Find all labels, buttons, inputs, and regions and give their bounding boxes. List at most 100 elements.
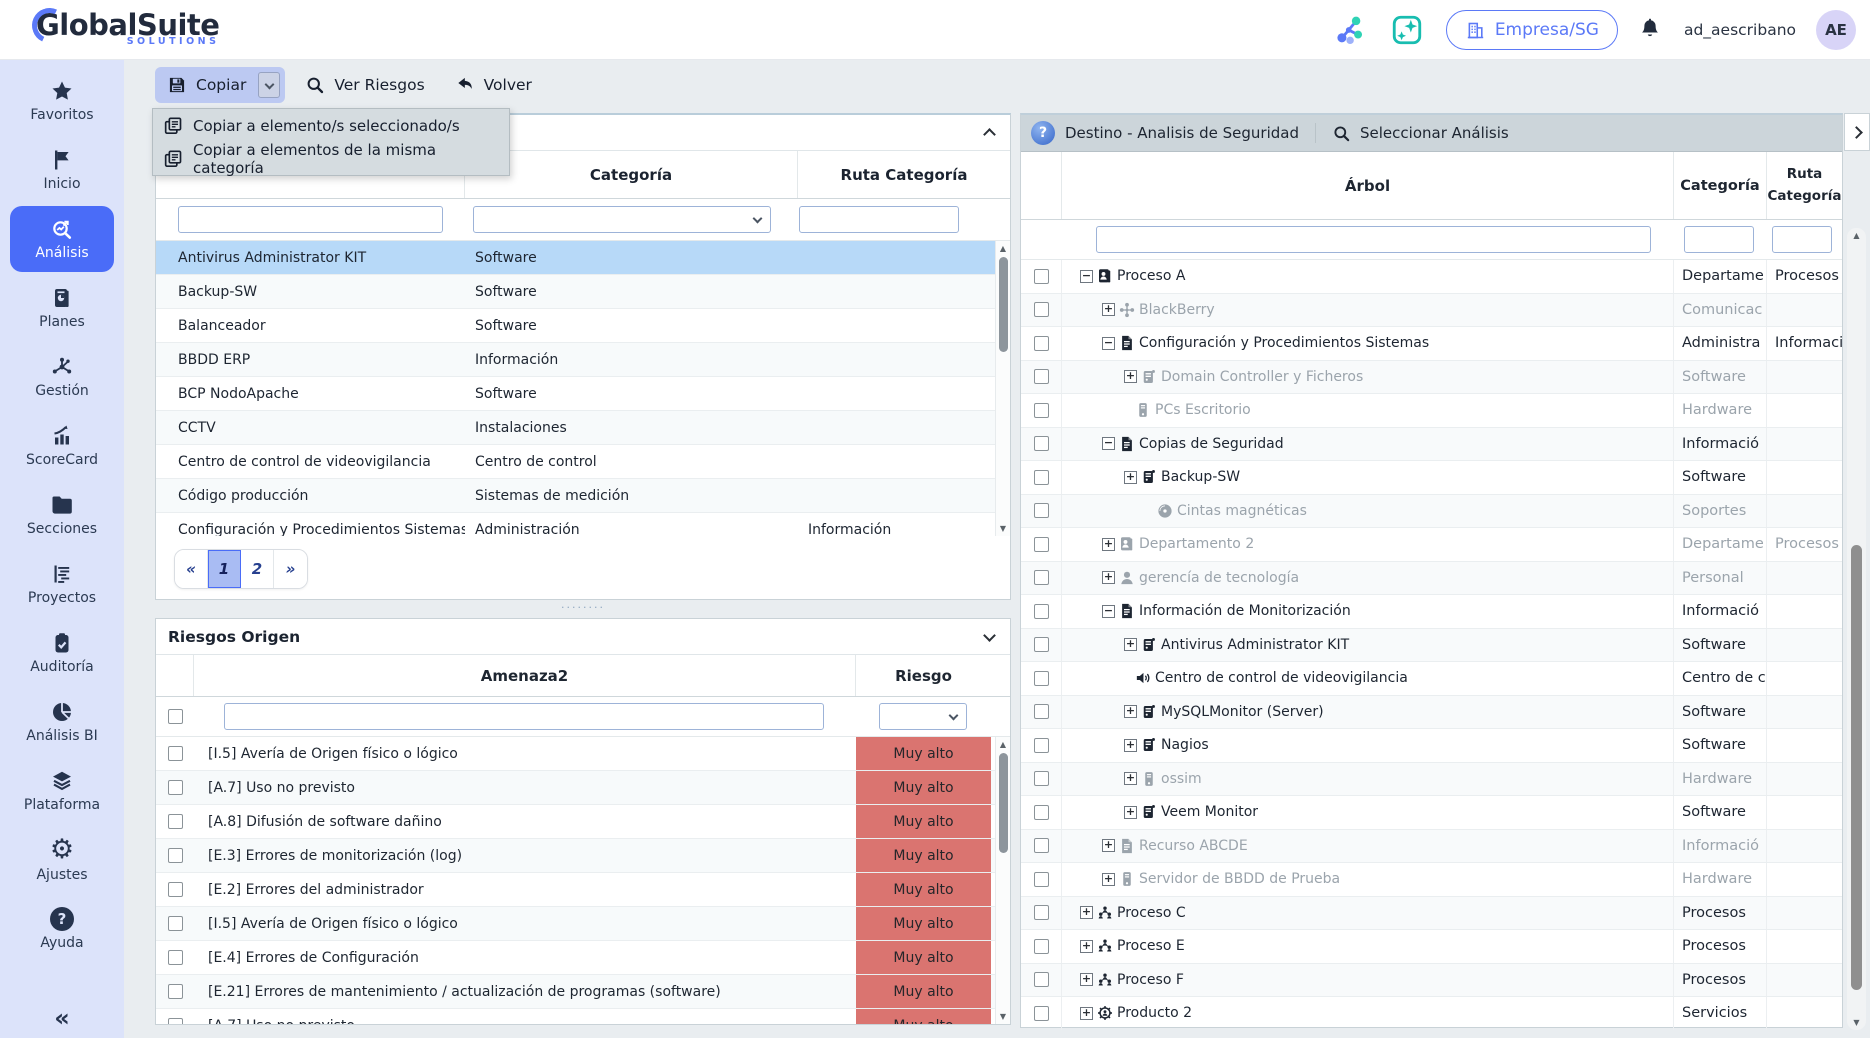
tree-row-checkbox[interactable] bbox=[1034, 537, 1049, 552]
riesgo-filter-select[interactable] bbox=[879, 703, 967, 730]
risk-row[interactable]: [E.21] Errores de mantenimiento / actual… bbox=[156, 975, 1010, 1009]
risk-row[interactable]: [E.2] Errores del administradorMuy alto bbox=[156, 873, 1010, 907]
tree-row[interactable]: +Domain Controller y FicherosSoftware bbox=[1021, 361, 1842, 395]
tree-row[interactable]: +Recurso ABCDEInformació bbox=[1021, 830, 1842, 864]
tree-expand-toggle[interactable]: + bbox=[1124, 705, 1137, 718]
risk-row-checkbox[interactable] bbox=[168, 746, 183, 761]
sidebar-item-proyectos[interactable]: Proyectos bbox=[10, 551, 114, 617]
pagination-page-2[interactable]: 2 bbox=[241, 550, 274, 588]
tree-row[interactable]: +Servidor de BBDD de PruebaHardware bbox=[1021, 863, 1842, 897]
scroll-down-arrow-icon[interactable]: ▼ bbox=[1847, 1018, 1866, 1027]
notifications-bell-icon[interactable] bbox=[1638, 17, 1664, 43]
panel-splitter[interactable]: ········ bbox=[155, 601, 1011, 615]
tree-row-checkbox[interactable] bbox=[1034, 972, 1049, 987]
tree-row-checkbox[interactable] bbox=[1034, 905, 1049, 920]
view-risks-button[interactable]: Ver Riesgos bbox=[295, 75, 434, 95]
tree-expand-toggle[interactable]: + bbox=[1080, 906, 1093, 919]
risk-row[interactable]: [I.5] Avería de Origen físico o lógicoMu… bbox=[156, 907, 1010, 941]
tree-row-checkbox[interactable] bbox=[1034, 637, 1049, 652]
element-filter-input[interactable] bbox=[178, 206, 443, 233]
risk-row-checkbox[interactable] bbox=[168, 984, 183, 999]
tree-collapse-toggle[interactable]: − bbox=[1102, 605, 1115, 618]
tree-row[interactable]: −Copias de SeguridadInformació bbox=[1021, 428, 1842, 462]
tree-row[interactable]: PCs EscritorioHardware bbox=[1021, 394, 1842, 428]
risk-row[interactable]: [A.7] Uso no previstoMuy alto bbox=[156, 1009, 1010, 1024]
sidebar-item-favoritos[interactable]: Favoritos bbox=[10, 68, 114, 134]
scroll-up-arrow-icon[interactable]: ▲ bbox=[996, 244, 1010, 253]
tree-collapse-toggle[interactable]: − bbox=[1102, 437, 1115, 450]
tree-row[interactable]: −Configuración y Procedimientos Sistemas… bbox=[1021, 327, 1842, 361]
tree-row-checkbox[interactable] bbox=[1034, 503, 1049, 518]
tree-row-checkbox[interactable] bbox=[1034, 738, 1049, 753]
risks-table-scrollbar[interactable]: ▲ ▼ bbox=[995, 737, 1010, 1024]
pagination-first-button[interactable]: « bbox=[175, 550, 208, 588]
tree-row-checkbox[interactable] bbox=[1034, 939, 1049, 954]
tree-row[interactable]: +Proceso FProcesos bbox=[1021, 964, 1842, 998]
origin-table-row[interactable]: Configuración y Procedimientos SistemasA… bbox=[156, 513, 1010, 536]
origin-table-row[interactable]: BBDD ERPInformación bbox=[156, 343, 1010, 377]
tree-row[interactable]: +Departamento 2DepartameProcesos bbox=[1021, 528, 1842, 562]
pagination-last-button[interactable]: » bbox=[274, 550, 307, 588]
tree-row[interactable]: −Información de MonitorizaciónInformació bbox=[1021, 595, 1842, 629]
categoria-filter-select[interactable] bbox=[473, 206, 771, 233]
tree-row[interactable]: +Proceso CProcesos bbox=[1021, 897, 1842, 931]
arbol-filter-input[interactable] bbox=[1096, 226, 1651, 253]
tree-scrollbar[interactable]: ▲ ▼ bbox=[1847, 228, 1866, 1030]
risk-row-checkbox[interactable] bbox=[168, 882, 183, 897]
collapse-up-icon[interactable] bbox=[983, 128, 996, 141]
risk-row[interactable]: [E.3] Errores de monitorización (log)Muy… bbox=[156, 839, 1010, 873]
ai-assistant-icon[interactable] bbox=[1388, 11, 1426, 49]
sidebar-item-scorecard[interactable]: ScoreCard bbox=[10, 413, 114, 479]
tree-row-checkbox[interactable] bbox=[1034, 269, 1049, 284]
tree-expand-toggle[interactable]: + bbox=[1080, 940, 1093, 953]
copy-button[interactable]: Copiar bbox=[155, 67, 285, 103]
tree-row[interactable]: +gerencía de tecnologíaPersonal bbox=[1021, 562, 1842, 596]
tree-row-checkbox[interactable] bbox=[1034, 302, 1049, 317]
tree-expand-toggle[interactable]: + bbox=[1102, 303, 1115, 316]
risk-row-checkbox[interactable] bbox=[168, 1018, 183, 1024]
tree-expand-toggle[interactable]: + bbox=[1102, 571, 1115, 584]
copy-dropdown-toggle[interactable] bbox=[258, 72, 280, 98]
tree-expand-toggle[interactable]: + bbox=[1124, 471, 1137, 484]
tree-expand-toggle[interactable]: + bbox=[1102, 839, 1115, 852]
origin-table-row[interactable]: BCP NodoApacheSoftware bbox=[156, 377, 1010, 411]
origin-table-row[interactable]: Antivirus Administrator KITSoftware bbox=[156, 241, 1010, 275]
tree-row-checkbox[interactable] bbox=[1034, 436, 1049, 451]
sidebar-item-inicio[interactable]: Inicio bbox=[10, 137, 114, 203]
tree-expand-toggle[interactable]: + bbox=[1102, 538, 1115, 551]
amenaza-filter-input[interactable] bbox=[224, 703, 824, 730]
tree-expand-toggle[interactable]: + bbox=[1124, 772, 1137, 785]
risk-row[interactable]: [E.4] Errores de ConfiguraciónMuy alto bbox=[156, 941, 1010, 975]
tree-expand-toggle[interactable]: + bbox=[1124, 370, 1137, 383]
tree-collapse-toggle[interactable]: − bbox=[1102, 337, 1115, 350]
tree-row[interactable]: Cintas magnéticasSoportes bbox=[1021, 495, 1842, 529]
ruta-filter-input[interactable] bbox=[1772, 226, 1832, 253]
tree-row[interactable]: −Proceso ADepartameProcesos bbox=[1021, 260, 1842, 294]
tree-row-checkbox[interactable] bbox=[1034, 336, 1049, 351]
scroll-down-arrow-icon[interactable]: ▼ bbox=[996, 524, 1010, 533]
tree-row-checkbox[interactable] bbox=[1034, 570, 1049, 585]
user-avatar[interactable]: AE bbox=[1816, 10, 1856, 50]
origin-table-scrollbar[interactable]: ▲ ▼ bbox=[995, 241, 1010, 536]
scrollbar-thumb[interactable] bbox=[999, 257, 1008, 352]
scroll-up-arrow-icon[interactable]: ▲ bbox=[1847, 231, 1866, 240]
scroll-down-arrow-icon[interactable]: ▼ bbox=[996, 1012, 1010, 1021]
tree-row-checkbox[interactable] bbox=[1034, 369, 1049, 384]
sidebar-item-auditoria[interactable]: Auditoría bbox=[10, 620, 114, 686]
tree-row[interactable]: +BlackBerryComunicac bbox=[1021, 294, 1842, 328]
integrations-icon[interactable] bbox=[1330, 11, 1368, 49]
tree-row-checkbox[interactable] bbox=[1034, 872, 1049, 887]
tree-row[interactable]: +Producto 2Servicios bbox=[1021, 997, 1842, 1030]
origin-table-row[interactable]: Centro de control de videovigilanciaCent… bbox=[156, 445, 1010, 479]
risk-row[interactable]: [I.5] Avería de Origen físico o lógicoMu… bbox=[156, 737, 1010, 771]
sidebar-item-ayuda[interactable]: ?Ayuda bbox=[10, 896, 114, 962]
tree-row-checkbox[interactable] bbox=[1034, 771, 1049, 786]
panel-expand-button[interactable] bbox=[1844, 113, 1870, 151]
tree-row[interactable]: Centro de control de videovigilanciaCent… bbox=[1021, 662, 1842, 696]
collapse-down-icon[interactable] bbox=[983, 629, 996, 642]
tree-row-checkbox[interactable] bbox=[1034, 838, 1049, 853]
tree-row-checkbox[interactable] bbox=[1034, 604, 1049, 619]
menu-item-2[interactable]: Copiar a elementos de la misma categoría bbox=[153, 142, 509, 175]
tree-row-checkbox[interactable] bbox=[1034, 805, 1049, 820]
tree-row-checkbox[interactable] bbox=[1034, 1006, 1049, 1021]
